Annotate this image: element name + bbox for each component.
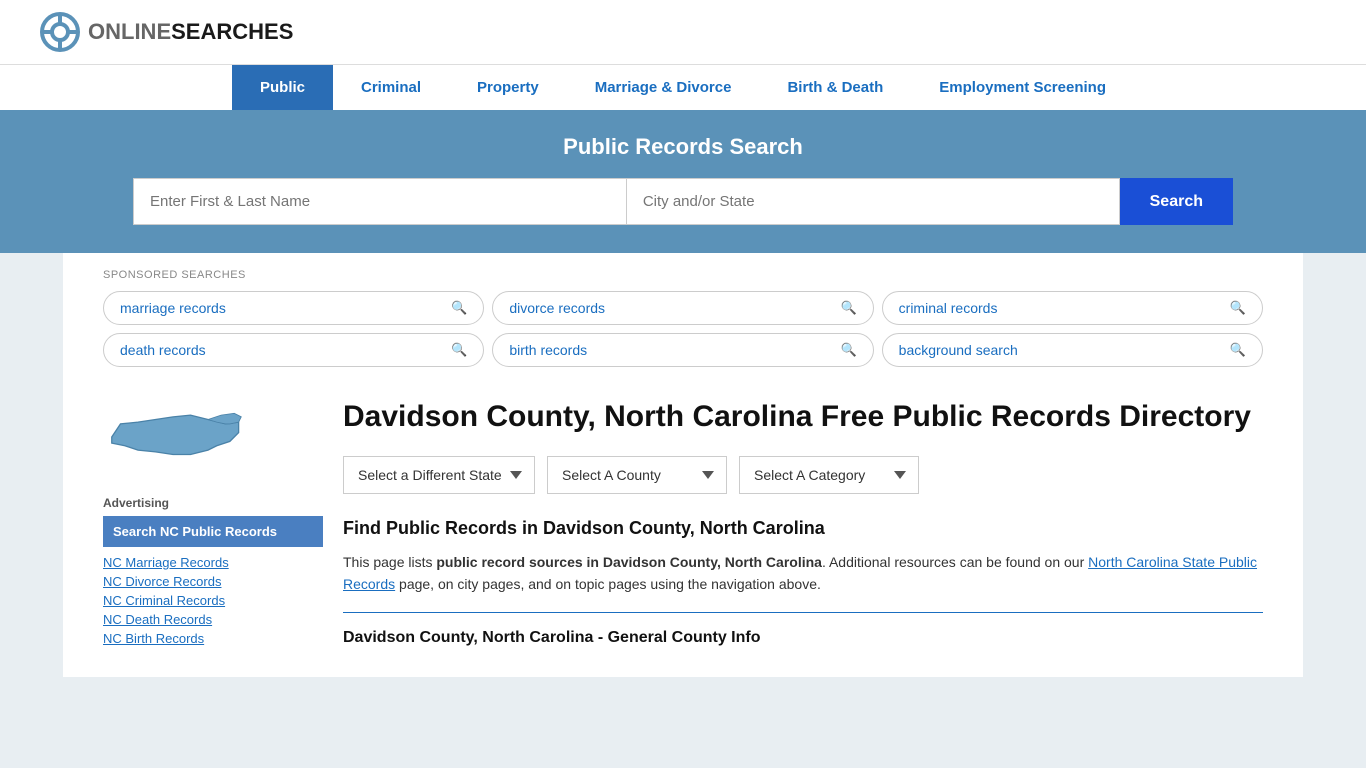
sidebar-link-divorce[interactable]: NC Divorce Records [103,574,323,589]
find-text-2: . Additional resources can be found on o… [822,554,1088,570]
sponsored-criminal-label: criminal records [899,300,998,316]
search-icon-birth: 🔍 [840,342,856,358]
state-dropdown[interactable]: Select a Different State [343,456,535,494]
sponsored-background[interactable]: background search 🔍 [882,333,1263,367]
name-input[interactable] [133,178,626,225]
sponsored-death[interactable]: death records 🔍 [103,333,484,367]
sponsored-birth[interactable]: birth records 🔍 [492,333,873,367]
nav-item-public[interactable]: Public [232,65,333,110]
sidebar-link-criminal[interactable]: NC Criminal Records [103,593,323,608]
search-button[interactable]: Search [1120,178,1233,225]
dropdowns-row: Select a Different State Select A County… [343,456,1263,494]
main-nav: Public Criminal Property Marriage & Divo… [0,64,1366,110]
nc-map-svg [103,397,243,477]
sponsored-divorce[interactable]: divorce records 🔍 [492,291,873,325]
sidebar-ad-label: Advertising [103,496,323,510]
nav-item-marriage-divorce[interactable]: Marriage & Divorce [567,65,760,110]
page-title: Davidson County, North Carolina Free Pub… [343,397,1263,436]
hero-title: Public Records Search [40,134,1326,160]
search-icon-background: 🔍 [1230,342,1246,358]
find-text-1: This page lists [343,554,436,570]
sponsored-marriage-label: marriage records [120,300,226,316]
search-bar: Search [133,178,1233,225]
search-icon-death: 🔍 [451,342,467,358]
logo-searches: SEARCHES [171,19,293,44]
sidebar-link-marriage[interactable]: NC Marriage Records [103,555,323,570]
find-text-bold: public record sources in Davidson County… [436,554,822,570]
general-info-title: Davidson County, North Carolina - Genera… [343,629,1263,647]
nav-item-criminal[interactable]: Criminal [333,65,449,110]
header: ONLINESEARCHES [0,0,1366,64]
search-icon-marriage: 🔍 [451,300,467,316]
category-dropdown[interactable]: Select A Category [739,456,919,494]
logo-icon [40,12,80,52]
sponsored-grid: marriage records 🔍 divorce records 🔍 cri… [103,291,1263,367]
find-text-3: page, on city pages, and on topic pages … [395,576,821,592]
hero-section: Public Records Search Search [0,110,1366,253]
main-content: SPONSORED SEARCHES marriage records 🔍 di… [63,253,1303,677]
sponsored-section: SPONSORED SEARCHES marriage records 🔍 di… [103,253,1263,377]
nav-item-property[interactable]: Property [449,65,567,110]
sponsored-background-label: background search [899,342,1018,358]
find-records-title: Find Public Records in Davidson County, … [343,518,1263,539]
sidebar-link-birth[interactable]: NC Birth Records [103,631,323,646]
sponsored-criminal[interactable]: criminal records 🔍 [882,291,1263,325]
sidebar-links: NC Marriage Records NC Divorce Records N… [103,555,323,646]
nav-item-birth-death[interactable]: Birth & Death [759,65,911,110]
find-records-text: This page lists public record sources in… [343,551,1263,596]
state-map [103,397,323,480]
sponsored-divorce-label: divorce records [509,300,605,316]
main-area: Davidson County, North Carolina Free Pub… [343,397,1263,647]
section-divider [343,612,1263,613]
location-input[interactable] [626,178,1120,225]
nav-item-employment[interactable]: Employment Screening [911,65,1134,110]
county-dropdown[interactable]: Select A County [547,456,727,494]
logo-text: ONLINESEARCHES [88,19,293,45]
sidebar-ad-item[interactable]: Search NC Public Records [103,516,323,547]
sponsored-death-label: death records [120,342,206,358]
page-body: Advertising Search NC Public Records NC … [103,377,1263,677]
sidebar: Advertising Search NC Public Records NC … [103,397,323,647]
logo-online: ONLINE [88,19,171,44]
sponsored-label: SPONSORED SEARCHES [103,269,1263,281]
search-icon-divorce: 🔍 [840,300,856,316]
sidebar-link-death[interactable]: NC Death Records [103,612,323,627]
search-icon-criminal: 🔍 [1230,300,1246,316]
sponsored-marriage[interactable]: marriage records 🔍 [103,291,484,325]
sponsored-birth-label: birth records [509,342,587,358]
logo[interactable]: ONLINESEARCHES [40,12,293,52]
